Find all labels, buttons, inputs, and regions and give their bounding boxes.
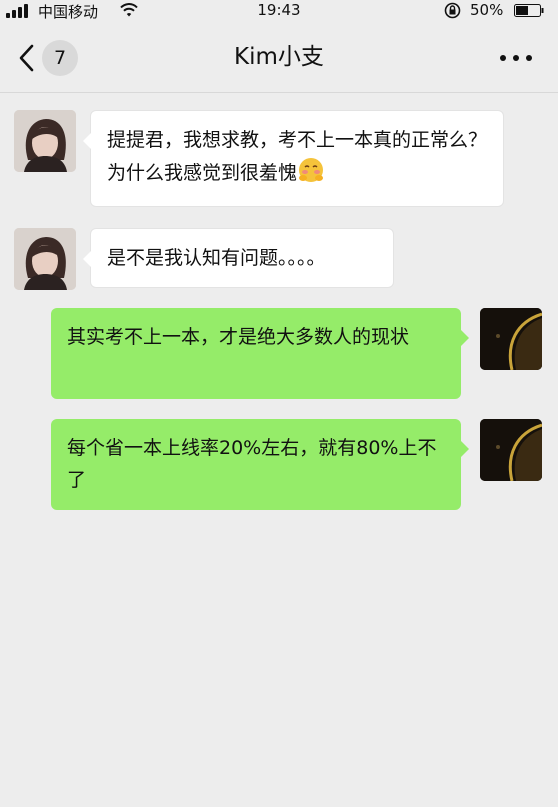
more-options-icon[interactable] [500, 55, 534, 63]
chat-nav-bar: 7 Kim小支 [0, 22, 558, 93]
status-bar: 中国移动 19:43 50% [0, 0, 558, 22]
rotation-lock-icon [444, 2, 461, 19]
friend-avatar[interactable] [14, 110, 76, 172]
chat-title: Kim小支 [234, 44, 324, 70]
self-avatar[interactable] [480, 419, 542, 481]
message-text: 每个省一本上线率20%左右，就有80%上不了 [67, 437, 437, 491]
self-avatar[interactable] [480, 308, 542, 370]
message-text: 是不是我认知有问题。。。。 [107, 247, 326, 269]
message-bubble[interactable]: 每个省一本上线率20%左右，就有80%上不了 [51, 419, 469, 510]
message-bubble[interactable]: 提提君，我想求教，考不上一本真的正常么？为什么我感觉到很羞愧 [83, 110, 504, 207]
friend-avatar[interactable] [14, 228, 76, 290]
embarrassed-face-emoji-icon [299, 158, 324, 182]
message-bubble[interactable]: 是不是我认知有问题。。。。 [83, 228, 394, 288]
message-bubble[interactable]: 其实考不上一本，才是绝大多数人的现状 [51, 308, 469, 399]
battery-percent: 50% [470, 1, 504, 19]
battery-icon [514, 4, 544, 17]
message-text: 其实考不上一本，才是绝大多数人的现状 [67, 326, 410, 348]
